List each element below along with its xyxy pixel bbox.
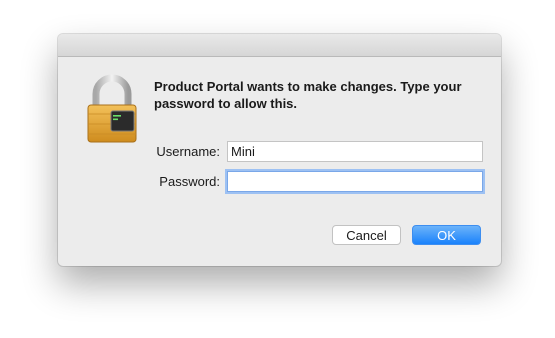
authentication-dialog: Product Portal wants to make changes. Ty… bbox=[58, 34, 501, 266]
password-field[interactable] bbox=[227, 171, 483, 192]
cancel-button[interactable]: Cancel bbox=[332, 225, 401, 245]
dialog-message: Product Portal wants to make changes. Ty… bbox=[154, 79, 462, 111]
ok-button[interactable]: OK bbox=[412, 225, 481, 245]
username-field[interactable] bbox=[227, 141, 483, 162]
dialog-titlebar[interactable] bbox=[58, 34, 501, 57]
password-label: Password: bbox=[159, 174, 220, 189]
padlock-terminal-icon bbox=[87, 74, 137, 143]
username-label: Username: bbox=[156, 144, 220, 159]
